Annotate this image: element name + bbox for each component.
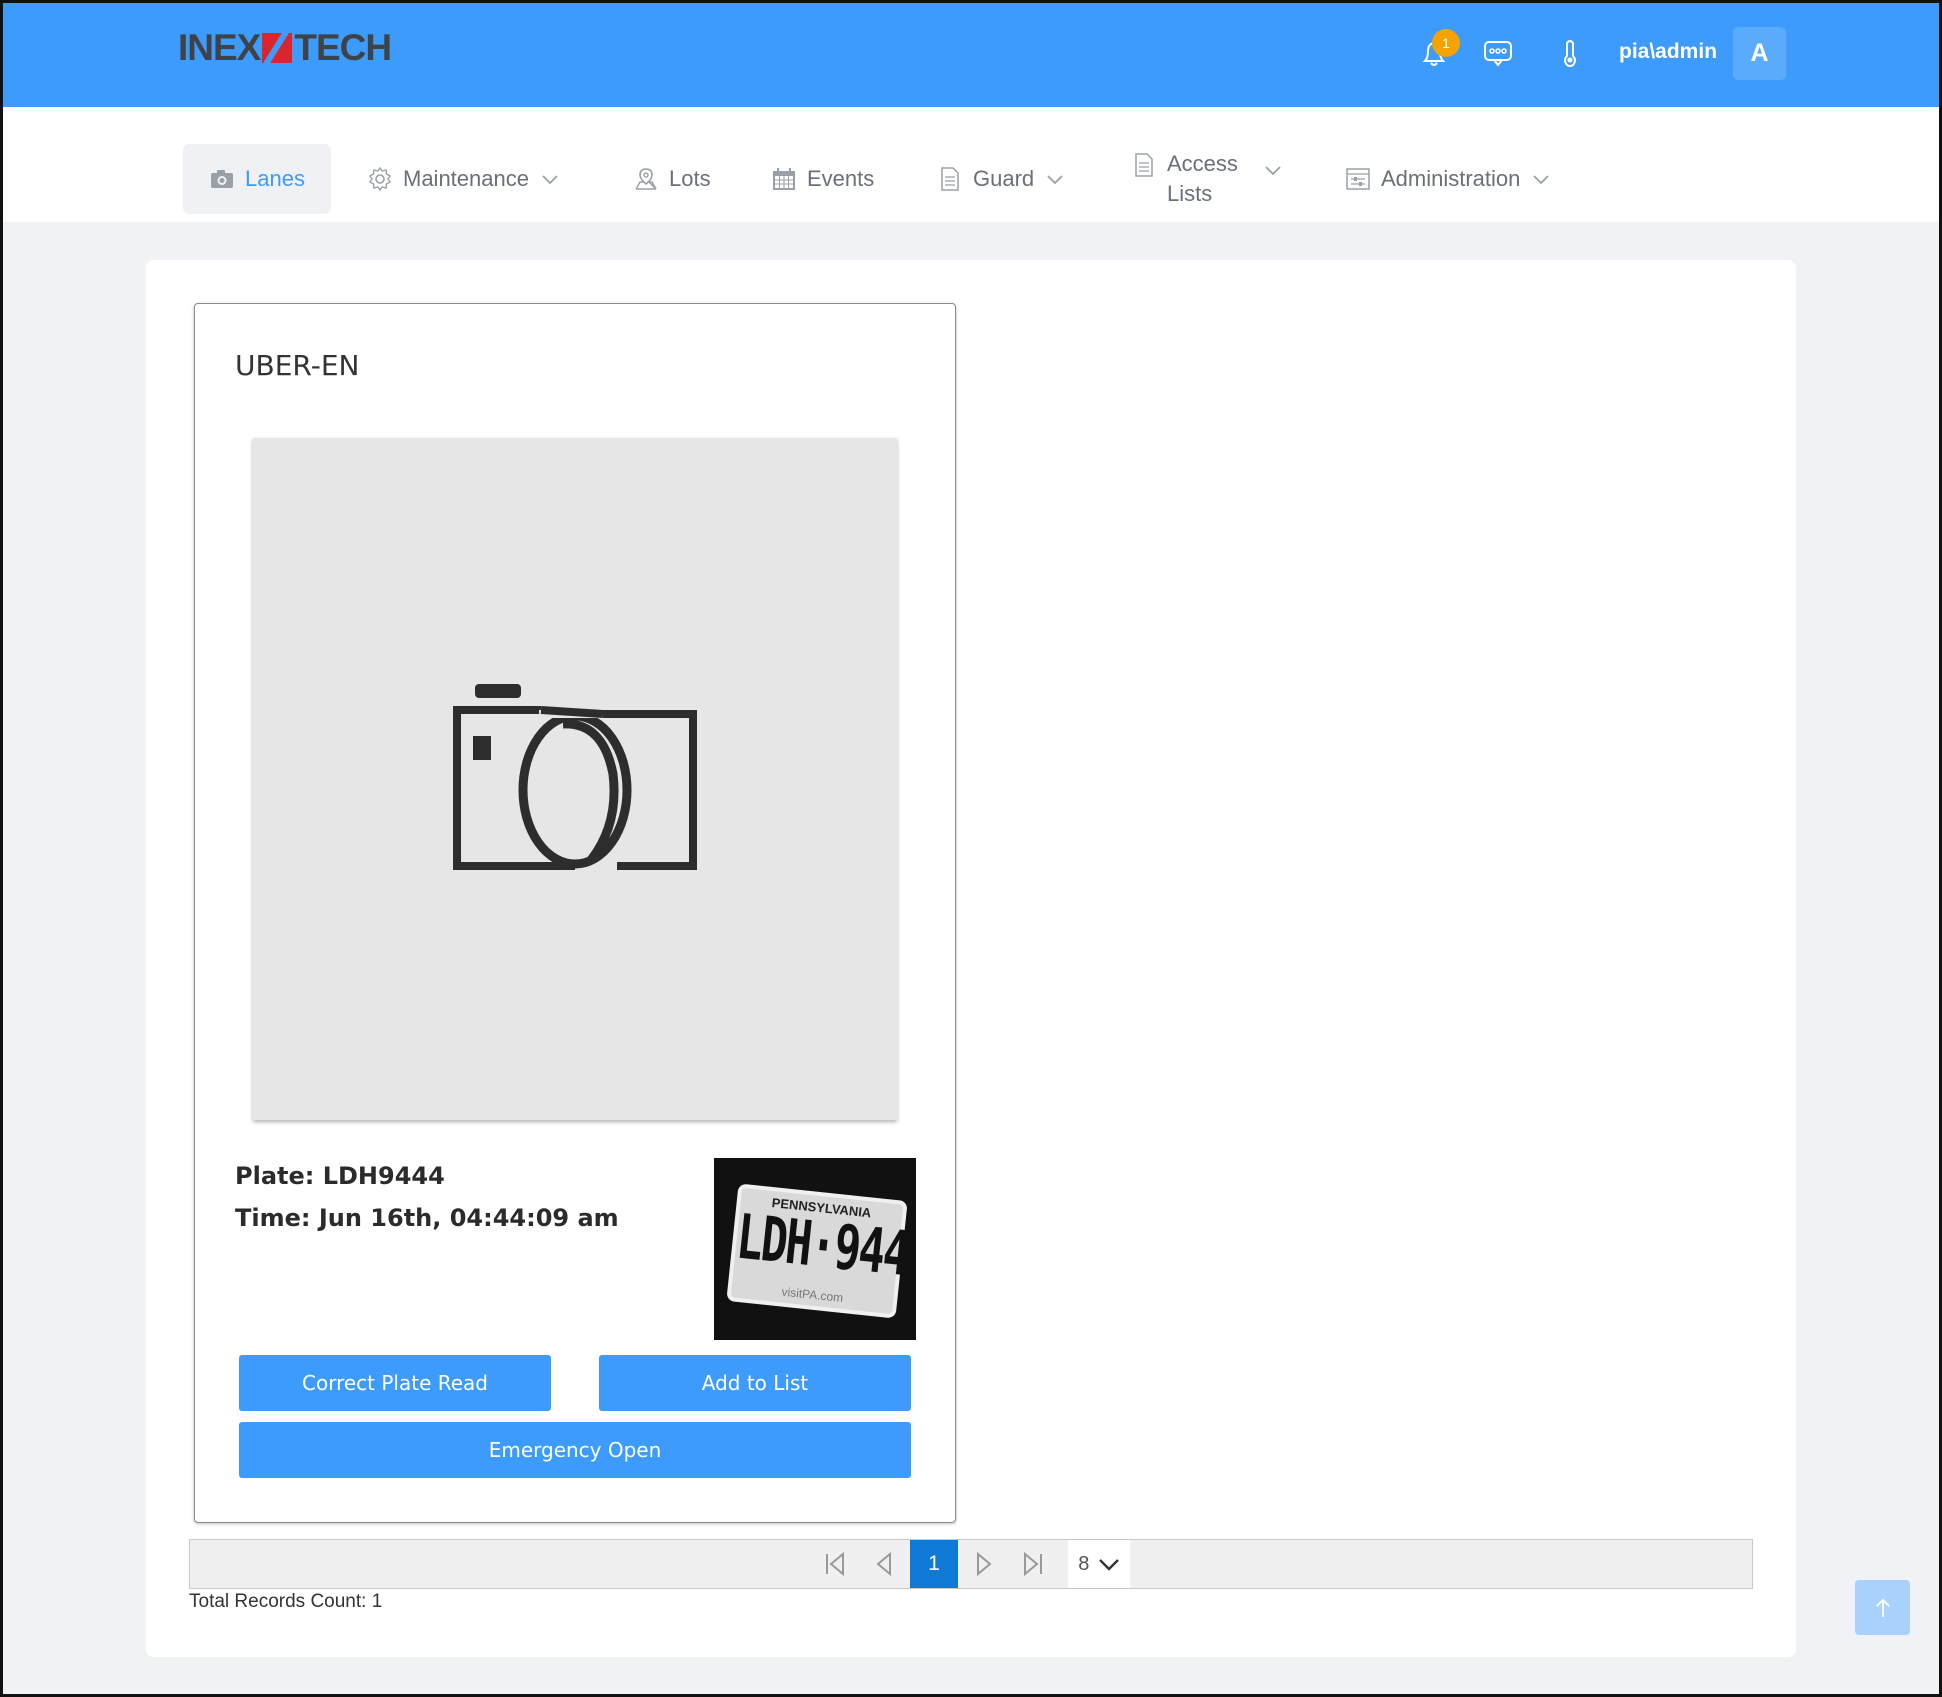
thermometer-button[interactable] [1550,33,1590,73]
last-page-button[interactable] [1009,1540,1057,1588]
lane-card: UBER-EN Plate: LDH9444 Time: Jun 16th, 0… [194,303,956,1523]
nav-administration-label: Administration [1381,166,1521,191]
document-icon [941,167,959,191]
nav-maintenance[interactable]: Maintenance [367,144,559,214]
map-pin-icon [635,168,657,190]
emergency-open-button[interactable]: Emergency Open [239,1422,911,1478]
notification-badge: 1 [1432,29,1460,57]
chevron-down-icon [542,175,558,185]
top-bar: INEX TECH 1 pia\admin A [0,0,1942,107]
nav-guard-label: Guard [973,166,1035,191]
company-logo[interactable]: INEX TECH [178,27,392,68]
time-text: Time: Jun 16th, 04:44:09 am [235,1204,619,1232]
page-size-select[interactable]: 8 [1068,1540,1130,1588]
calendar-icon [773,168,795,190]
main-nav: Lanes Maintenance Lots Events Guard Acce… [3,107,1939,222]
logo-text-left: INEX [178,27,261,68]
first-page-icon [826,1552,844,1576]
list-document-icon [1135,153,1153,177]
correct-plate-read-button[interactable]: Correct Plate Read [239,1355,551,1411]
total-records-count: Total Records Count: 1 [189,1591,383,1612]
license-plate-image: PENNSYLVANIA LDH·9444 visitPA.com [726,1183,916,1319]
previous-page-icon [876,1552,891,1576]
next-page-icon [977,1552,992,1576]
lane-camera-placeholder[interactable] [253,438,897,1120]
nav-administration[interactable]: Administration [1345,144,1550,214]
pagination-bar: 1 8 [189,1539,1753,1589]
logo-mark [262,33,293,63]
thermometer-icon [1564,40,1576,67]
avatar[interactable]: A [1733,27,1786,80]
gear-icon [369,166,391,192]
camera-placeholder-icon [453,684,697,870]
next-page-button[interactable] [960,1540,1008,1588]
logo-text-right: TECH [294,27,392,68]
chat-icon [1484,41,1512,67]
nav-access-lists-label-line1: Access [1167,151,1238,176]
nav-access-lists-label-line2: Lists [1167,181,1213,206]
page-size-value: 8 [1078,1552,1090,1575]
lane-title: UBER-EN [235,349,360,382]
username-label[interactable]: pia\admin [1619,40,1717,64]
notifications-button[interactable]: 1 [1414,29,1460,73]
camera-icon [211,170,233,188]
page-1-button[interactable]: 1 [910,1540,958,1588]
add-to-list-button[interactable]: Add to List [599,1355,911,1411]
previous-page-button[interactable] [860,1540,908,1588]
arrow-up-icon [1875,1598,1890,1617]
nav-maintenance-label: Maintenance [403,166,529,191]
nav-access-lists[interactable]: Access Lists [1131,144,1282,214]
nav-lots[interactable]: Lots [633,144,711,214]
plate-text: Plate: LDH9444 [235,1162,445,1190]
plate-image-thumbnail[interactable]: PENNSYLVANIA LDH·9444 visitPA.com [714,1158,916,1340]
first-page-button[interactable] [811,1540,859,1588]
nav-lots-label: Lots [669,166,711,191]
nav-guard[interactable]: Guard [937,144,1064,214]
nav-events-label: Events [807,166,875,191]
last-page-icon [1024,1552,1042,1576]
nav-events[interactable]: Events [771,144,874,214]
chevron-down-icon [1533,175,1550,185]
nav-lanes[interactable]: Lanes [183,144,331,214]
settings-panel-icon [1346,168,1370,190]
chevron-down-icon [1098,1559,1119,1571]
chevron-down-icon [1047,175,1063,185]
nav-lanes-label: Lanes [245,166,305,191]
messages-button[interactable] [1478,33,1518,73]
chevron-down-icon [1265,166,1281,176]
scroll-to-top-button[interactable] [1855,1580,1910,1635]
